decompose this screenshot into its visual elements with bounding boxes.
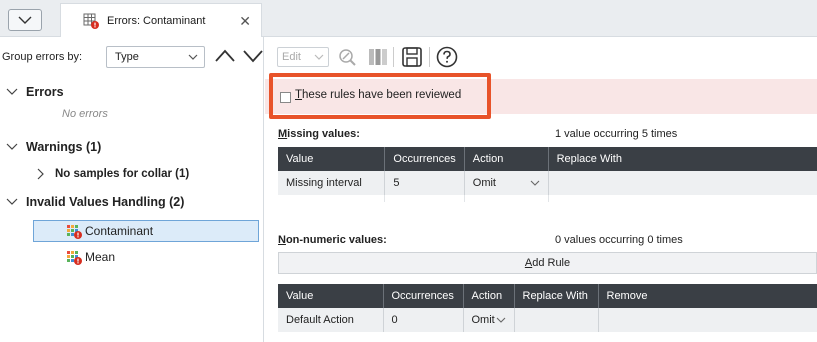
tree-label-warnings: Warnings (1) <box>26 140 102 154</box>
tree-node-warnings[interactable]: Warnings (1) <box>6 136 101 158</box>
cell-value[interactable]: Default Action <box>278 308 384 332</box>
chevron-down-icon <box>6 198 18 205</box>
non-numeric-values-table: Value Occurrences Action Replace With Re… <box>278 284 817 332</box>
errors-tree-panel: Group errors by: Type Errors No errors W… <box>0 37 264 342</box>
tree-node-errors[interactable]: Errors <box>6 81 64 103</box>
col-header-value[interactable]: Value <box>278 147 386 171</box>
table-row: Default Action 0 Omit <box>278 308 817 332</box>
nonnumeric-mnemonic: N <box>278 234 286 246</box>
col-header-occurrences[interactable]: Occurrences <box>383 284 464 308</box>
reviewed-checkbox[interactable] <box>280 92 291 103</box>
col-header-remove[interactable]: Remove <box>598 284 817 308</box>
group-by-value: Type <box>115 51 139 63</box>
tab-strip: Errors: Contaminant ✕ <box>0 0 817 37</box>
edit-dropdown[interactable]: Edit <box>277 47 329 67</box>
tree-node-invalid-values[interactable]: Invalid Values Handling (2) <box>6 191 184 213</box>
chevron-right-icon <box>37 168 44 180</box>
col-header-replace-with[interactable]: Replace With <box>548 147 817 171</box>
toolbar: Edit <box>265 37 817 77</box>
toolbar-divider <box>429 47 430 67</box>
chevron-down-icon <box>314 54 324 60</box>
tab-title: Errors: Contaminant <box>107 14 206 27</box>
next-error-icon[interactable] <box>242 47 264 65</box>
cell-replace-with[interactable] <box>514 308 599 332</box>
rules-panel: Edit These rules have been reviewed Miss… <box>265 37 817 342</box>
cell-occurrences: 0 <box>383 308 464 332</box>
tree-label-mean: Mean <box>85 250 116 264</box>
tree-label-no-samples: No samples for collar (1) <box>55 168 190 180</box>
col-header-replace-with[interactable]: Replace With <box>514 284 599 308</box>
chevron-down-icon <box>496 317 505 323</box>
tab-list-dropdown-button[interactable] <box>8 9 42 31</box>
nonnumeric-label-text: on-numeric values: <box>285 234 387 246</box>
reviewed-label-text: hese rules have been reviewed <box>302 89 462 101</box>
non-numeric-values-summary: 0 values occurring 0 times <box>555 234 683 246</box>
action-value: Omit <box>472 177 496 189</box>
help-icon[interactable] <box>436 46 458 68</box>
chevron-down-icon <box>18 16 32 24</box>
cell-replace-with[interactable] <box>548 171 817 195</box>
chevron-down-icon <box>6 88 18 95</box>
tree-node-no-samples[interactable]: No samples for collar (1) <box>36 163 189 185</box>
group-by-label: Group errors by: <box>2 51 83 63</box>
column-error-icon <box>67 251 82 265</box>
edit-label: Edit <box>282 51 301 63</box>
save-icon[interactable] <box>401 46 423 68</box>
group-by-select[interactable]: Type <box>106 46 205 68</box>
action-value: Omit <box>471 314 495 326</box>
add-rule-label: dd Rule <box>532 257 571 269</box>
col-header-occurrences[interactable]: Occurrences <box>384 147 465 171</box>
tree-label-contaminant: Contaminant <box>85 224 154 238</box>
chevron-down-icon <box>530 180 539 186</box>
table-header-row: Value Occurrences Action Replace With <box>278 147 817 171</box>
table-empty-row <box>278 195 817 202</box>
close-icon[interactable]: ✕ <box>239 13 251 30</box>
reviewed-checkbox-label[interactable]: These rules have been reviewed <box>295 89 461 101</box>
column-error-icon <box>67 225 82 239</box>
toolbar-divider <box>393 47 394 67</box>
cell-remove[interactable] <box>598 308 817 332</box>
zoom-to-icon[interactable] <box>337 47 357 67</box>
columns-icon[interactable] <box>367 46 389 68</box>
chevron-down-icon <box>6 143 18 150</box>
cell-action[interactable]: Omit <box>464 171 549 195</box>
table-header-row: Value Occurrences Action Replace With Re… <box>278 284 817 308</box>
chevron-down-icon <box>188 47 198 74</box>
tree-empty-errors: No errors <box>62 103 108 125</box>
tree-label-invalid-values: Invalid Values Handling (2) <box>26 195 185 209</box>
tree-label-errors: Errors <box>26 85 64 99</box>
col-header-value[interactable]: Value <box>278 284 384 308</box>
cell-value[interactable]: Missing interval <box>278 171 386 195</box>
cell-occurrences: 5 <box>384 171 465 195</box>
no-errors-text: No errors <box>62 108 108 120</box>
missing-values-summary: 1 value occurring 5 times <box>555 128 678 140</box>
cell-action[interactable]: Omit <box>463 308 515 332</box>
col-header-action[interactable]: Action <box>464 147 549 171</box>
reviewed-mnemonic: T <box>295 89 303 101</box>
missing-label-text: issing values: <box>287 128 360 140</box>
tree-item-contaminant[interactable]: Contaminant <box>66 220 153 242</box>
table-error-icon <box>83 13 99 29</box>
col-header-action[interactable]: Action <box>463 284 515 308</box>
table-row: Missing interval 5 Omit <box>278 171 817 195</box>
non-numeric-values-label: Non-numeric values: <box>278 234 387 246</box>
previous-error-icon[interactable] <box>214 47 236 65</box>
missing-mnemonic: M <box>278 128 288 140</box>
tree-item-mean[interactable]: Mean <box>66 246 115 268</box>
missing-values-table: Value Occurrences Action Replace With Mi… <box>278 147 817 202</box>
missing-values-label: Missing values: <box>278 128 360 140</box>
tab-errors-contaminant[interactable]: Errors: Contaminant ✕ <box>60 3 262 37</box>
add-rule-button[interactable]: Add Rule <box>278 252 817 274</box>
